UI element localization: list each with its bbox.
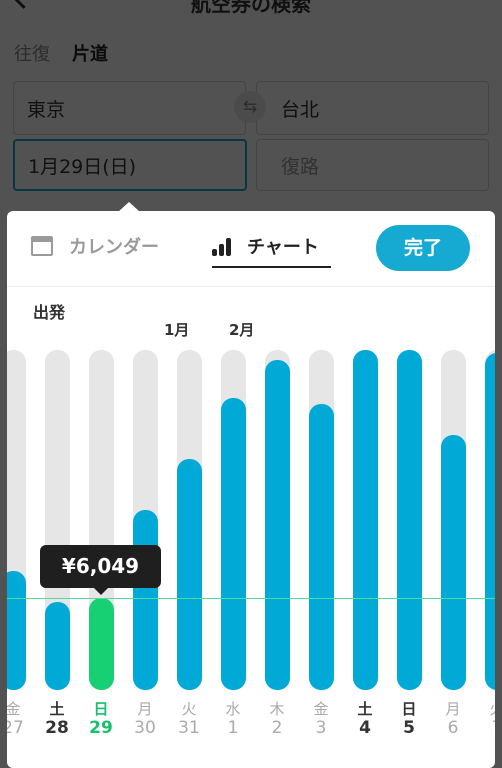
price-bar[interactable] [45,602,70,690]
return-date-field[interactable]: 復路 [256,139,489,191]
destination-value: 台北 [281,98,320,121]
origin-field[interactable]: 東京 [13,81,246,135]
calendar-icon [31,236,53,256]
date-picker-panel: カレンダー チャート 完了 出発 1月 2月 金 27 土 28 日 29 月 30 火 31 水 1… [7,211,495,768]
return-date-placeholder: 復路 [281,155,320,178]
bar-chart-icon [212,238,231,256]
toggle-calendar[interactable]: カレンダー [31,233,159,259]
origin-value: 東京 [27,98,66,121]
weekday-label: 月 [137,700,153,718]
depart-label: 出発 [33,303,66,322]
day-label: 1 [227,718,239,738]
weekday-label: 木 [269,700,285,718]
done-button[interactable]: 完了 [376,225,470,271]
tab-one-way[interactable]: 片道 [72,40,108,66]
depart-date-value: 1月29日(日) [28,155,137,178]
day-label: 4 [359,718,371,738]
month-label-feb: 2月 [229,321,255,339]
price-bar[interactable] [309,404,334,690]
day-label: 7 [477,718,495,738]
divider [7,286,495,287]
day-label: 3 [315,718,327,738]
toggle-chart-label: チャート [247,237,319,258]
day-label: 6 [447,718,459,738]
weekday-label: 水 [225,700,241,718]
price-bar[interactable] [441,435,466,690]
day-label: 27 [7,718,24,738]
reference-price-line [7,598,495,599]
day-label: 31 [178,718,200,738]
day-label: 2 [271,718,283,738]
weekday-label: 金 [7,700,21,718]
month-label-jan: 1月 [164,321,190,339]
tab-round-trip[interactable]: 往復 [14,40,50,66]
weekday-label: 火 [181,700,197,718]
price-bar[interactable] [397,350,422,690]
price-bar[interactable] [133,510,158,690]
toggle-calendar-label: カレンダー [69,237,159,258]
price-bar-selected[interactable] [89,598,114,690]
destination-field[interactable]: 台北 [256,81,489,135]
day-label: 30 [134,718,156,738]
depart-date-field[interactable]: 1月29日(日) [13,139,247,191]
weekday-label: 火 [477,698,495,719]
weekday-label: 日 [93,700,109,718]
day-label: 5 [403,718,415,738]
price-bar[interactable] [177,459,202,690]
weekday-label: 金 [313,700,329,718]
price-bar[interactable] [485,353,495,690]
price-tooltip-pointer [94,588,108,595]
weekday-label: 月 [445,700,461,718]
day-label: 28 [45,718,69,738]
price-bar[interactable] [353,350,378,690]
weekday-label: 土 [357,700,373,718]
price-bar[interactable] [221,398,246,690]
swap-icon[interactable]: ⇆ [234,91,266,123]
chart-tab-underline [212,266,331,268]
price-bar[interactable] [265,360,290,690]
weekday-label: 土 [49,700,65,718]
weekday-label: 日 [401,700,417,718]
price-bar[interactable] [7,571,26,690]
page-title: 航空券の検索 [191,0,311,16]
day-label: 29 [89,718,113,738]
price-tooltip: ¥6,049 [40,545,161,588]
toggle-chart[interactable]: チャート [212,233,319,259]
